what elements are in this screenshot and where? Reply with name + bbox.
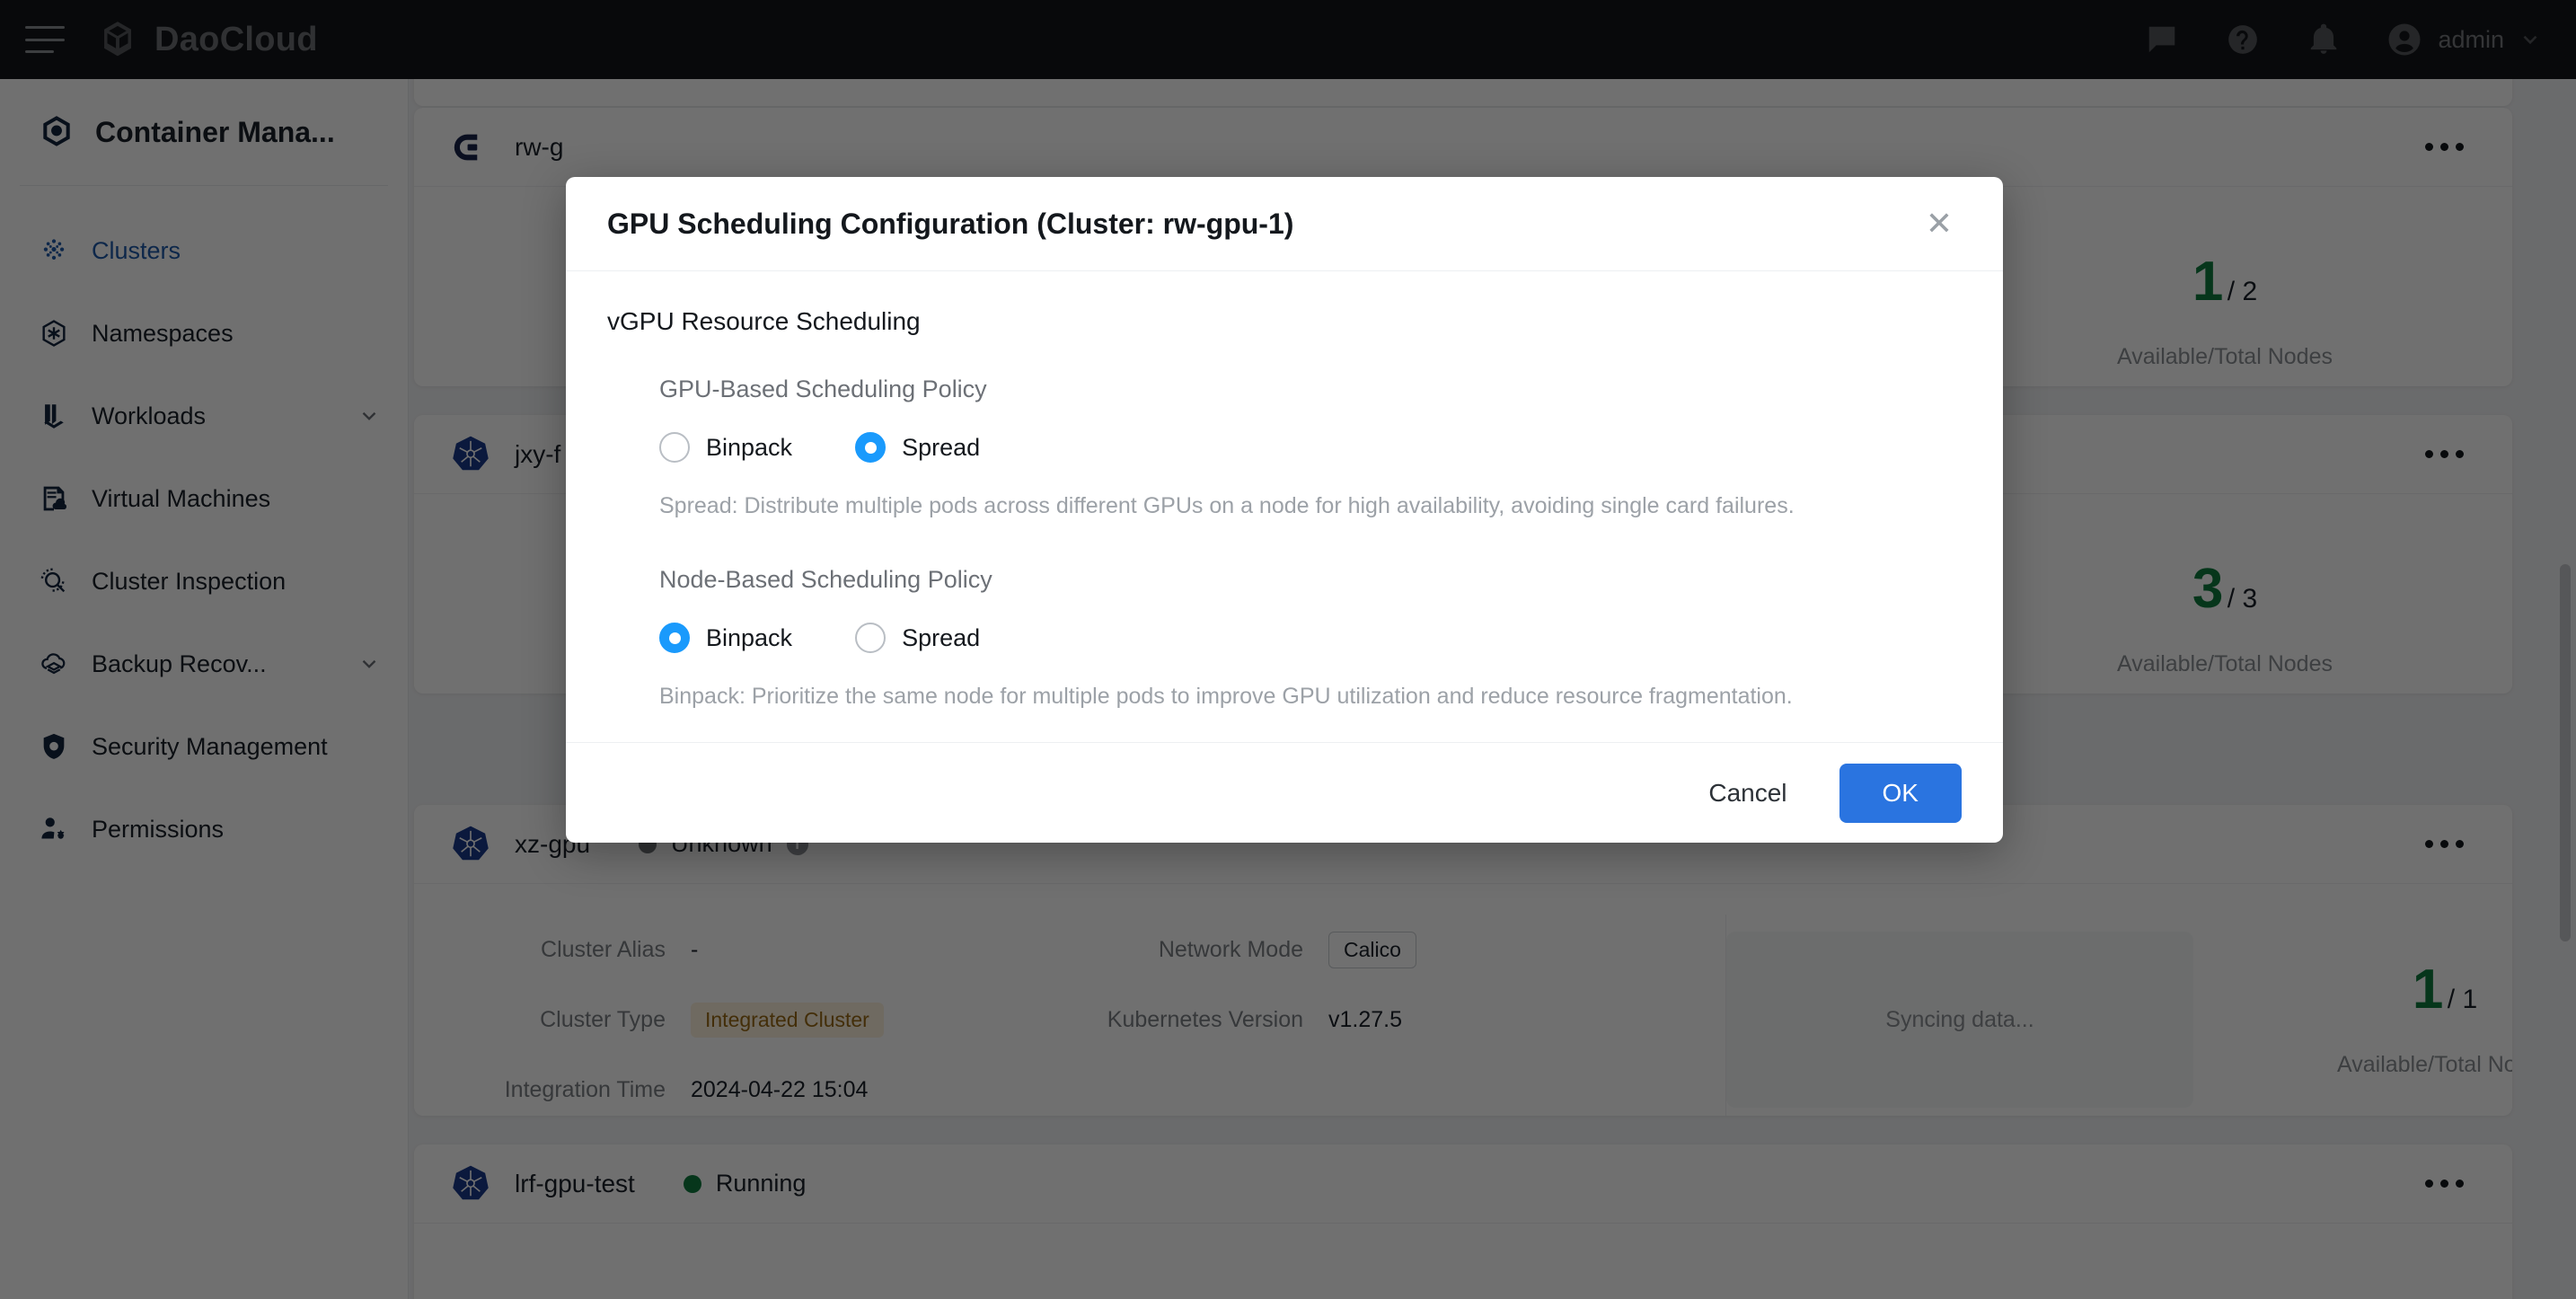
radio-label: Spread <box>902 623 981 651</box>
field-hint: Binpack: Prioritize the same node for mu… <box>659 684 1793 709</box>
radio-mark-icon <box>855 432 887 463</box>
gpu-scheduling-dialog: GPU Scheduling Configuration (Cluster: r… <box>566 177 2003 843</box>
radio-mark-icon <box>659 623 690 653</box>
section-title: vGPU Resource Scheduling <box>607 307 921 335</box>
radio-group-node-based: Binpack Spread <box>659 623 1962 653</box>
app-root: DaoCloud admin <box>0 0 2576 1299</box>
radio-label: Spread <box>902 433 981 461</box>
node-based-scheduling-policy-field: Node-Based Scheduling Policy Binpack Spr… <box>607 566 1962 710</box>
radio-gpu-binpack[interactable]: Binpack <box>659 432 792 463</box>
radio-mark-icon <box>659 432 690 463</box>
radio-group-gpu-based: Binpack Spread <box>659 432 1962 463</box>
dialog-title: GPU Scheduling Configuration (Cluster: r… <box>607 207 1294 240</box>
radio-label: Binpack <box>706 433 793 461</box>
radio-node-spread[interactable]: Spread <box>855 623 980 653</box>
radio-node-binpack[interactable]: Binpack <box>659 623 792 653</box>
dialog-footer: Cancel OK <box>566 742 2003 843</box>
field-label: Node-Based Scheduling Policy <box>659 566 992 593</box>
field-label: GPU-Based Scheduling Policy <box>659 376 987 402</box>
close-icon[interactable]: ✕ <box>1917 202 1962 245</box>
dialog-header: GPU Scheduling Configuration (Cluster: r… <box>566 177 2003 271</box>
ok-button[interactable]: OK <box>1839 763 1962 823</box>
radio-label: Binpack <box>706 623 793 651</box>
cancel-button[interactable]: Cancel <box>1683 764 1812 822</box>
dialog-body: vGPU Resource Scheduling GPU-Based Sched… <box>566 271 2003 742</box>
gpu-based-scheduling-policy-field: GPU-Based Scheduling Policy Binpack Spre… <box>607 376 1962 519</box>
field-hint: Spread: Distribute multiple pods across … <box>659 493 1795 518</box>
radio-gpu-spread[interactable]: Spread <box>855 432 980 463</box>
radio-mark-icon <box>855 623 887 653</box>
